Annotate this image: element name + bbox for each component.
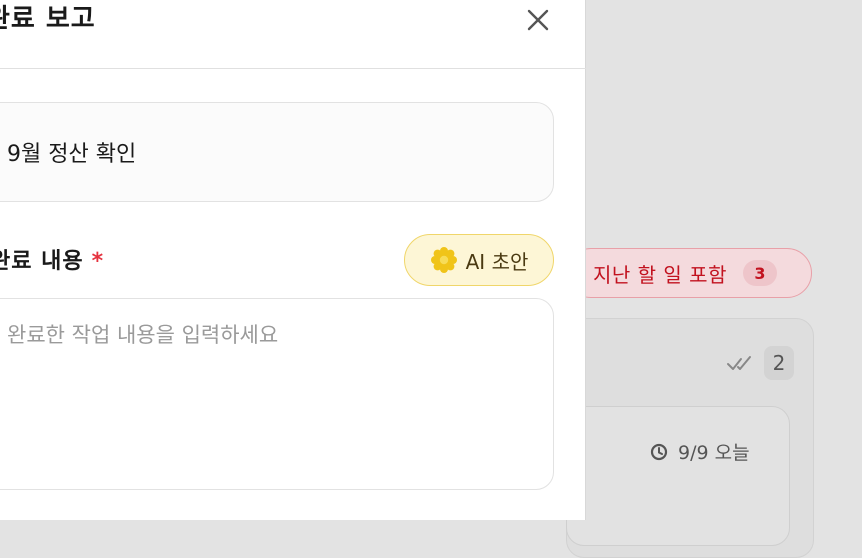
done-count-row: 2 xyxy=(726,346,794,380)
ai-draft-button[interactable]: AI 초안 xyxy=(404,234,554,286)
close-icon xyxy=(527,9,549,31)
task-title-value: 9월 정산 확인 xyxy=(7,142,137,167)
header-divider xyxy=(0,68,586,69)
task-title-field[interactable]: 9월 정산 확인 xyxy=(0,102,554,202)
overdue-filter-chip[interactable]: 지난 할 일 포함 3 xyxy=(566,248,812,298)
done-count-badge: 2 xyxy=(764,346,794,380)
sparkle-icon xyxy=(430,247,457,273)
content-label: 완료 내용 * xyxy=(0,243,104,275)
ai-draft-label: AI 초안 xyxy=(465,249,529,274)
overdue-count-badge: 3 xyxy=(742,260,777,286)
modal-title: 완료 보고 xyxy=(0,4,96,34)
required-mark: * xyxy=(91,249,105,274)
double-check-icon xyxy=(727,356,751,370)
task-due-text: 9/9 오늘 xyxy=(678,442,750,464)
content-label-text: 완료 내용 xyxy=(0,249,84,274)
content-placeholder: 완료한 작업 내용을 입력하세요 xyxy=(7,323,279,347)
completion-report-modal: 완료 보고 9월 정산 확인 완료 내용 * AI 초안 xyxy=(0,0,586,520)
clock-icon xyxy=(650,443,668,460)
close-button[interactable] xyxy=(522,4,554,36)
task-card[interactable] xyxy=(566,406,790,546)
content-textarea[interactable]: 완료한 작업 내용을 입력하세요 xyxy=(0,298,554,490)
overdue-filter-label: 지난 할 일 포함 xyxy=(593,262,727,287)
task-due-date: 9/9 오늘 xyxy=(650,438,750,465)
